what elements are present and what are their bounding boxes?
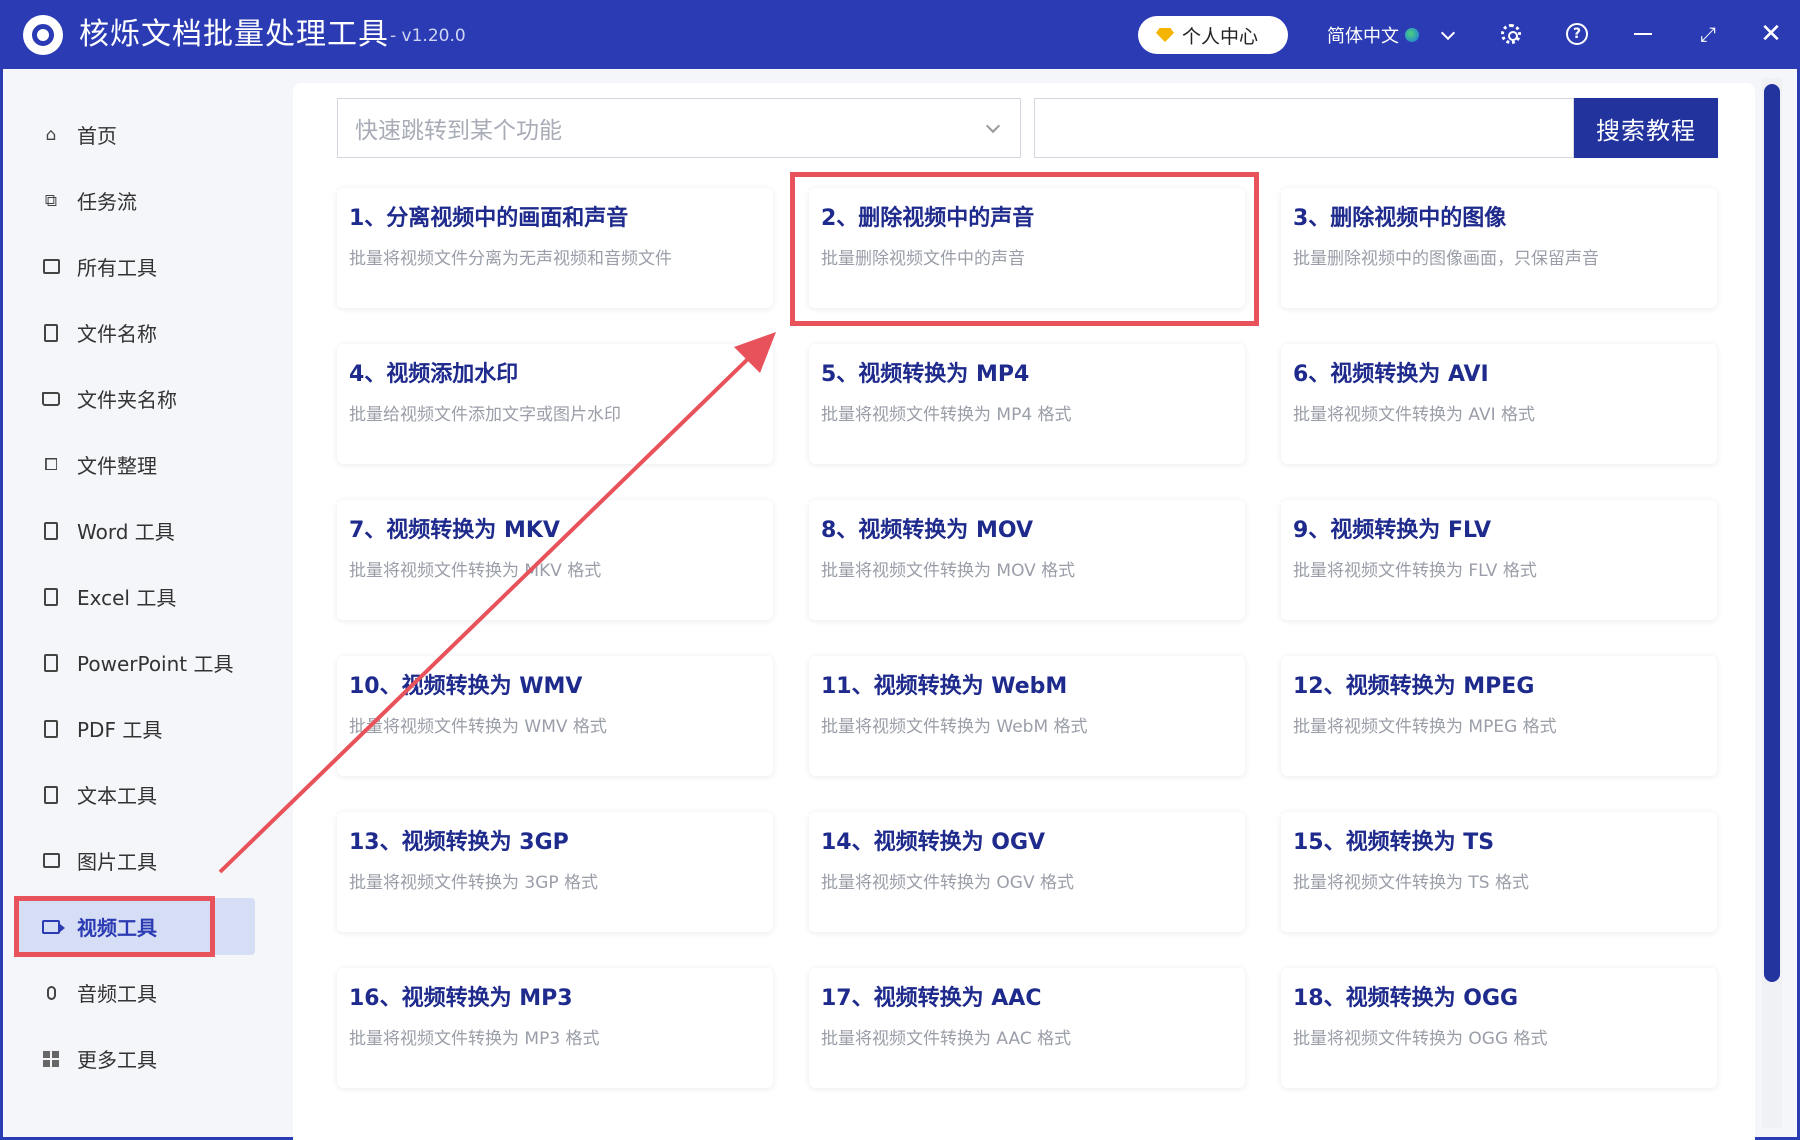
annotation-arrow (218, 332, 776, 874)
arrow-line (218, 353, 754, 874)
